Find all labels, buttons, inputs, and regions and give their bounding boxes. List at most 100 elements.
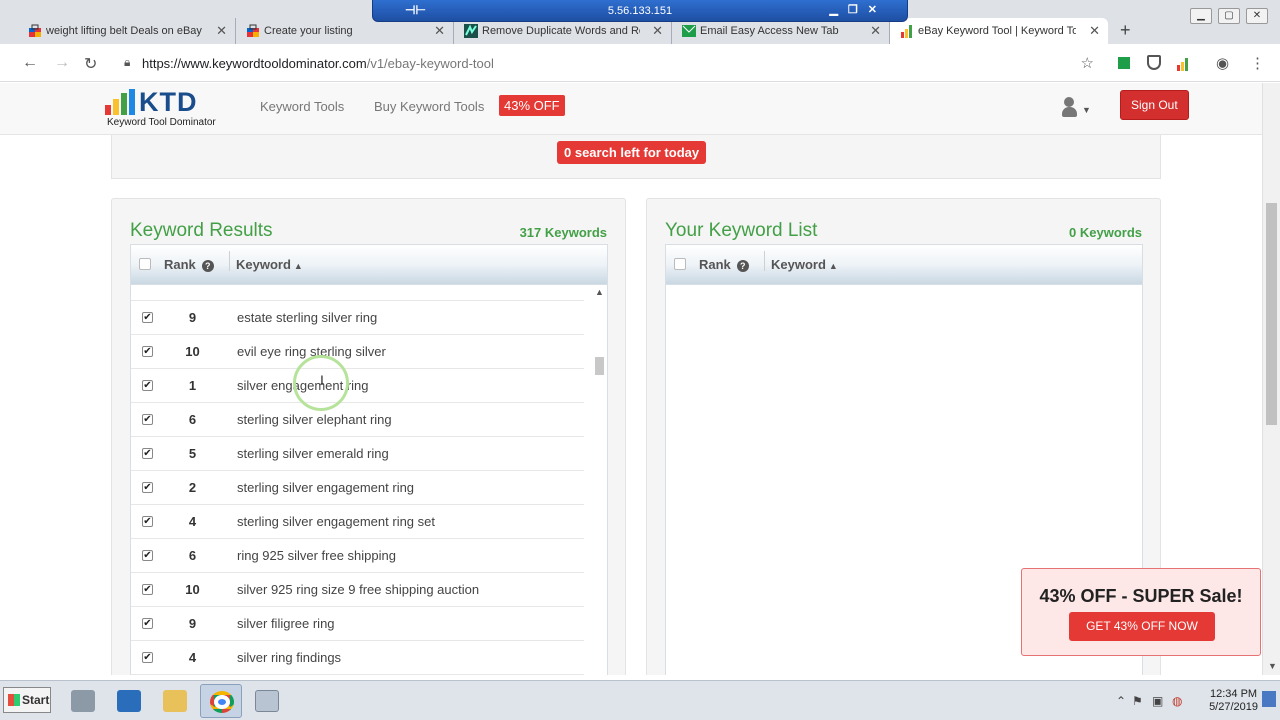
sign-out-button[interactable]: Sign Out [1120,90,1189,120]
show-desktop-button[interactable] [1262,691,1276,707]
table-row[interactable]: ✔ 2 sterling silver engagement ring [131,471,584,505]
close-icon[interactable]: ✕ [868,3,877,16]
row-rank: 10 [185,582,200,597]
logo-subtitle: Keyword Tool Dominator [107,117,216,128]
table-row[interactable]: ✔ 9 estate sterling silver ring [131,301,584,335]
results-table-body[interactable]: ✔ 9 estate sterling silver ring ✔ 10 evi… [130,285,608,675]
close-window-icon[interactable]: ✕ [1246,8,1268,24]
profile-icon[interactable]: ◉ [1216,54,1229,72]
row-checkbox[interactable]: ✔ [142,414,153,425]
column-keyword[interactable]: Keyword ▲ [236,257,303,272]
table-row[interactable]: ✔ 4 sterling silver engagement ring set [131,505,584,539]
row-checkbox[interactable]: ✔ [142,618,153,629]
row-checkbox[interactable]: ✔ [142,652,153,663]
row-keyword: silver filigree ring [237,616,335,631]
row-checkbox[interactable]: ✔ [142,448,153,459]
minimize-icon[interactable]: ▁ [829,3,837,16]
reload-icon[interactable]: ↻ [84,54,97,74]
ktd-extension-icon[interactable] [1176,57,1188,71]
table-row[interactable]: ✔ 10 evil eye ring sterling silver [131,335,584,369]
tab-ebay-deals[interactable]: weight lifting belt Deals on eBay ✕ [18,18,236,44]
close-icon[interactable]: ✕ [652,23,663,39]
email-extension-icon[interactable] [1118,57,1130,69]
table-row[interactable]: ✔ 6 ring 925 silver free shipping [131,539,584,573]
maximize-icon[interactable]: ▢ [1218,8,1240,24]
help-icon[interactable]: ? [736,260,749,272]
column-rank[interactable]: Rank? [699,257,749,272]
table-header: Rank? Keyword ▲ [130,244,608,285]
column-rank[interactable]: Rank? [164,257,214,272]
window-controls: ▁ ▢ ✕ [1190,8,1268,24]
bookmark-star-icon[interactable]: ☆ [1081,54,1094,72]
close-icon[interactable]: ✕ [870,23,881,39]
scroll-thumb[interactable] [595,357,604,375]
close-icon[interactable]: ✕ [216,23,227,39]
discount-badge[interactable]: 43% OFF [499,95,565,116]
tab-title: Email Easy Access New Tab [700,25,839,37]
url-text: https://www.keywordtooldominator.com/v1/… [142,56,494,71]
nav-keyword-tools[interactable]: Keyword Tools [260,99,344,114]
row-checkbox[interactable]: ✔ [142,584,153,595]
row-checkbox[interactable]: ✔ [142,346,153,357]
tab-ebay-keyword-tool[interactable]: eBay Keyword Tool | Keyword Tool ✕ [890,18,1108,44]
system-tray: ⌃ ⚑ ▣ ◍ 12:34 PM 5/27/2019 [1110,681,1280,720]
row-checkbox[interactable]: ✔ [142,516,153,527]
ebay-bag-icon [28,24,42,38]
table-header: Rank? Keyword ▲ [665,244,1143,285]
taskbar: Start ⌃ ⚑ ▣ ◍ 12:34 PM 5/27/2019 [0,680,1280,720]
site-icon [464,24,478,38]
powershell-taskbar-icon[interactable] [108,684,150,718]
tray-expand-icon[interactable]: ⌃ [1116,694,1126,708]
row-checkbox[interactable]: ✔ [142,482,153,493]
windows-logo-icon [8,694,20,706]
row-rank: 6 [188,548,197,563]
select-all-checkbox[interactable] [139,258,151,270]
table-row[interactable]: ✔ 6 sterling silver elephant ring [131,403,584,437]
row-rank: 10 [185,344,200,359]
get-discount-button[interactable]: GET 43% OFF NOW [1069,612,1215,641]
row-keyword: sterling silver engagement ring set [237,514,435,529]
table-row[interactable] [131,285,584,301]
calculator-taskbar-icon[interactable] [246,684,288,718]
sale-title: 43% OFF - SUPER Sale! [1039,586,1243,606]
close-icon[interactable]: ✕ [434,23,445,39]
user-menu[interactable]: ▼ [1062,97,1092,121]
chrome-taskbar-icon[interactable] [200,684,242,718]
flag-icon[interactable]: ⚑ [1132,694,1143,708]
server-manager-taskbar-icon[interactable] [62,684,104,718]
start-button[interactable]: Start [3,687,51,713]
table-row[interactable]: ✔ 9 silver filigree ring [131,607,584,641]
shield-extension-icon[interactable] [1147,55,1161,70]
ktd-logo[interactable]: KTD Keyword Tool Dominator [105,87,230,131]
table-row[interactable]: ✔ 5 sterling silver emerald ring [131,437,584,471]
minimize-icon[interactable]: ▁ [1190,8,1212,24]
scroll-thumb[interactable] [1266,203,1277,425]
back-icon[interactable]: ← [22,54,38,72]
table-row[interactable]: ✔ 1 silver engagement ring [131,369,584,403]
row-rank: 2 [188,480,197,495]
menu-icon[interactable]: ⋮ [1250,54,1265,72]
nav-buy-keyword-tools[interactable]: Buy Keyword Tools [374,99,484,114]
explorer-taskbar-icon[interactable] [154,684,196,718]
row-checkbox[interactable]: ✔ [142,550,153,561]
results-scrollbar[interactable]: ▲ [592,285,607,675]
new-tab-icon[interactable]: + [1120,20,1131,41]
forward-icon[interactable]: → [54,54,70,72]
address-bar[interactable]: 🔒︎ https://www.keywordtooldominator.com/… [114,50,1106,76]
volume-muted-icon[interactable]: ◍ [1172,694,1182,708]
scroll-down-icon[interactable]: ▼ [1268,661,1277,671]
page-scrollbar[interactable]: ▼ [1262,83,1280,675]
restore-icon[interactable]: ❐ [848,3,858,16]
help-icon[interactable]: ? [201,260,214,272]
table-row[interactable]: ✔ 4 silver ring findings [131,641,584,675]
network-icon[interactable]: ▣ [1152,694,1163,708]
table-row[interactable]: ✔ 10 silver 925 ring size 9 free shippin… [131,573,584,607]
column-keyword[interactable]: Keyword ▲ [771,257,838,272]
select-all-checkbox[interactable] [674,258,686,270]
row-checkbox[interactable]: ✔ [142,312,153,323]
lock-icon: 🔒︎ [124,55,131,69]
row-checkbox[interactable]: ✔ [142,380,153,391]
clock[interactable]: 12:34 PM 5/27/2019 [1209,688,1258,714]
close-icon[interactable]: ✕ [1089,23,1100,39]
scroll-up-icon[interactable]: ▲ [595,287,604,297]
